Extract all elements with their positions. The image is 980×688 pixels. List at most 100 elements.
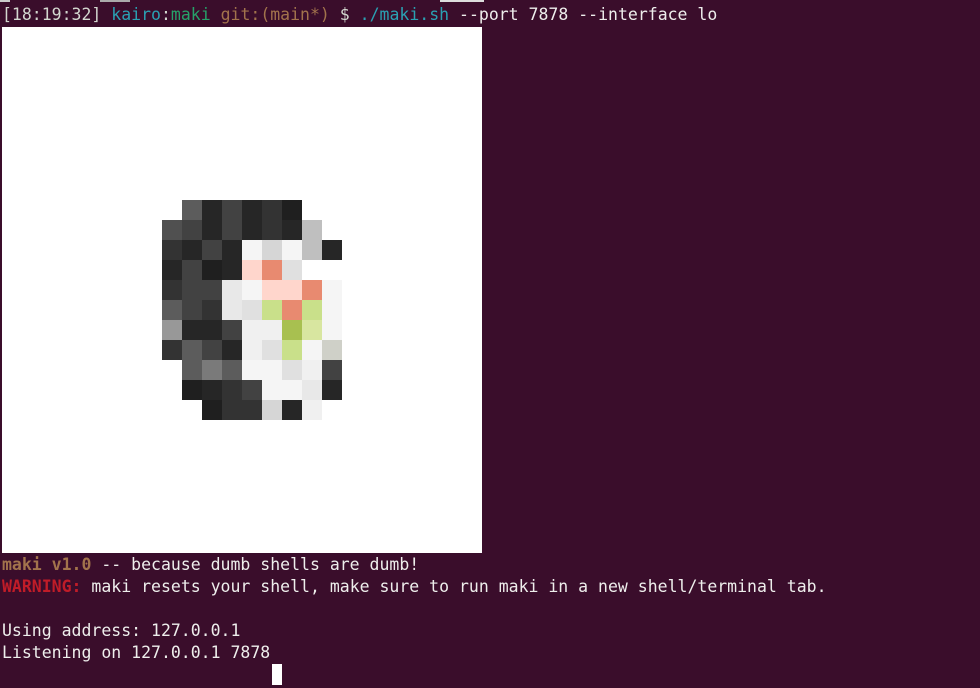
image-pixel: [262, 220, 282, 240]
image-pixel: [302, 280, 322, 300]
image-pixel: [322, 340, 342, 360]
image-pixel: [242, 220, 262, 240]
image-pixel: [242, 300, 262, 320]
image-pixel: [202, 260, 222, 280]
image-pixel: [222, 380, 242, 400]
image-pixel: [182, 260, 202, 280]
image-pixel: [222, 220, 242, 240]
prompt-separator: :: [160, 5, 171, 24]
image-pixel: [222, 340, 242, 360]
image-pixel: [222, 300, 242, 320]
image-pixel: [162, 340, 182, 360]
image-pixel: [202, 400, 222, 420]
image-pixel: [262, 360, 282, 380]
image-pixel: [202, 380, 222, 400]
image-pixel: [242, 280, 262, 300]
image-pixel: [242, 200, 262, 220]
prompt-user: kairo: [111, 5, 161, 24]
image-pixel: [262, 240, 282, 260]
image-pixel: [222, 360, 242, 380]
image-pixel: [182, 200, 202, 220]
prompt-line: [18:19:32] kairo:maki git:(main*) $ ./ma…: [2, 4, 717, 26]
image-pixel: [222, 200, 242, 220]
image-pixel: [322, 380, 342, 400]
image-pixel: [182, 340, 202, 360]
prompt-git-branch: git:(main*): [220, 5, 330, 24]
image-pixel: [162, 280, 182, 300]
image-pixel: [202, 240, 222, 260]
pixel-art-svg: [162, 200, 342, 420]
image-pixel: [282, 360, 302, 380]
banner-tagline: -- because dumb shells are dumb!: [91, 555, 420, 574]
image-pixel: [202, 220, 222, 240]
image-pixel: [162, 220, 182, 240]
image-pixel: [262, 400, 282, 420]
image-pixel: [182, 360, 202, 380]
image-pixel: [262, 380, 282, 400]
image-pixel: [242, 340, 262, 360]
image-pixel: [182, 300, 202, 320]
prompt-dollar: $: [339, 5, 350, 24]
image-pixel: [322, 300, 342, 320]
image-pixel: [302, 300, 322, 320]
image-pixel: [302, 220, 322, 240]
image-pixel: [302, 360, 322, 380]
image-pixel: [282, 340, 302, 360]
terminal-cursor[interactable]: [272, 664, 282, 685]
image-pixel: [222, 400, 242, 420]
command-executable: ./maki.sh: [359, 5, 450, 24]
image-pixel: [262, 280, 282, 300]
image-pixel: [202, 280, 222, 300]
image-pixel: [202, 340, 222, 360]
image-pixel: [282, 280, 302, 300]
image-pixel: [322, 360, 342, 380]
prompt-directory: maki: [170, 5, 211, 24]
image-pixel: [162, 260, 182, 280]
image-pixel: [242, 240, 262, 260]
command-arguments: --port 7878 --interface lo: [459, 5, 718, 24]
prompt-timestamp: [18:19:32]: [2, 5, 102, 24]
image-pixel: [282, 200, 302, 220]
image-pixel: [262, 260, 282, 280]
pixelated-sushi-image: [2, 27, 482, 553]
listening-line: Listening on 127.0.0.1 7878: [2, 643, 271, 662]
image-pixel: [302, 340, 322, 360]
image-pixel: [222, 280, 242, 300]
image-pixel: [282, 260, 302, 280]
image-pixel: [282, 400, 302, 420]
image-pixel: [242, 260, 262, 280]
warning-line: WARNING: maki resets your shell, make su…: [2, 576, 827, 598]
image-pixel: [282, 220, 302, 240]
image-pixel: [182, 220, 202, 240]
image-pixel: [182, 320, 202, 340]
image-pixel: [322, 320, 342, 340]
image-pixel: [182, 280, 202, 300]
image-pixel: [302, 320, 322, 340]
image-pixel: [262, 320, 282, 340]
image-pixel: [302, 240, 322, 260]
image-pixel: [162, 300, 182, 320]
image-pixel: [242, 400, 262, 420]
image-pixel: [202, 300, 222, 320]
image-pixel: [282, 380, 302, 400]
image-pixel: [202, 320, 222, 340]
image-pixel: [182, 240, 202, 260]
banner-name: maki v1.0: [2, 555, 92, 574]
image-pixel: [202, 360, 222, 380]
image-pixel: [242, 320, 262, 340]
image-pixel: [322, 240, 342, 260]
address-line: Using address: 127.0.0.1: [2, 621, 241, 640]
image-pixel: [282, 300, 302, 320]
image-pixel: [262, 300, 282, 320]
image-pixel: [322, 280, 342, 300]
image-pixel: [262, 340, 282, 360]
warning-label: WARNING:: [2, 577, 82, 596]
image-pixel: [162, 320, 182, 340]
image-pixel: [222, 240, 242, 260]
warning-text: maki resets your shell, make sure to run…: [81, 577, 827, 596]
image-pixel: [302, 380, 322, 400]
image-pixel: [202, 200, 222, 220]
banner-line: maki v1.0 -- because dumb shells are dum…: [2, 554, 419, 576]
image-pixel: [162, 240, 182, 260]
image-pixel: [242, 360, 262, 380]
